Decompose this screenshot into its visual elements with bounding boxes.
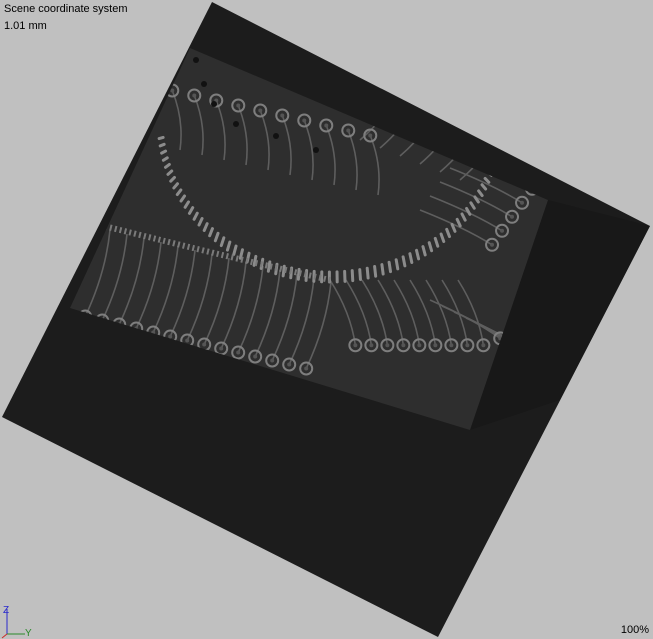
arc-contact	[380, 263, 385, 276]
pad-hole	[236, 350, 241, 355]
pad	[556, 141, 568, 153]
pad-hole	[510, 214, 515, 219]
pad-hole	[258, 108, 263, 113]
arc-contact	[158, 142, 166, 148]
pad-hole	[582, 378, 586, 382]
pad-hole	[490, 242, 495, 247]
pad-hole	[219, 346, 224, 351]
arc-contact	[266, 260, 272, 273]
arc-contact	[350, 269, 355, 283]
3d-viewport[interactable]: Scene coordinate system 1.01 mm 100% Z Y	[0, 0, 653, 639]
pad-hole	[433, 343, 438, 348]
arc-contact	[373, 265, 378, 278]
arc-contact	[157, 135, 165, 141]
arc-contact	[281, 264, 286, 278]
pad-hole	[270, 358, 275, 363]
pad-hole	[302, 118, 307, 123]
pad	[578, 374, 590, 386]
coordinate-system-label: Scene coordinate system	[4, 3, 128, 15]
pad-hole	[185, 338, 190, 343]
pad-hole	[369, 343, 374, 348]
pad-hole	[202, 342, 207, 347]
pad-hole	[560, 145, 564, 149]
trace	[489, 111, 548, 148]
pad-hole	[481, 343, 486, 348]
pad-hole	[500, 228, 505, 233]
pad-hole	[236, 103, 241, 108]
axis-z-label: Z	[3, 605, 9, 616]
arc-contact	[408, 252, 414, 265]
scale-readout: 1.01 mm	[4, 20, 47, 32]
pad-hole	[324, 123, 329, 128]
arc-contact	[387, 260, 393, 274]
pad-hole	[472, 126, 477, 131]
arc-contact	[358, 268, 362, 281]
arc-contact	[161, 156, 169, 162]
axis-y-label: Y	[25, 628, 32, 639]
pad-hole	[353, 343, 358, 348]
pad	[467, 121, 482, 136]
via	[211, 101, 217, 107]
arc-contact	[296, 267, 301, 281]
via	[233, 121, 239, 127]
arc-contact	[401, 255, 407, 268]
pad-hole	[550, 159, 554, 163]
via	[273, 133, 279, 139]
pad-hole	[465, 343, 470, 348]
pad-hole	[417, 343, 422, 348]
zoom-level: 100%	[620, 624, 649, 636]
pad	[545, 153, 548, 168]
pad-hole	[253, 354, 258, 359]
arc-contact	[365, 266, 370, 280]
axis-triad-icon: Z Y	[1, 605, 32, 639]
pad-hole	[401, 343, 406, 348]
pad-hole	[452, 118, 457, 123]
arc-contact	[415, 248, 421, 261]
pad-hole	[520, 200, 525, 205]
pad-hole	[368, 133, 373, 138]
pad-hole	[492, 134, 497, 139]
arc-contact	[394, 258, 400, 271]
via	[201, 81, 207, 87]
pad-hole	[346, 128, 351, 133]
via	[313, 147, 319, 153]
pad-hole	[432, 110, 437, 115]
pad-hole	[280, 113, 285, 118]
pad-hole	[192, 93, 197, 98]
ct-scan-volume	[2, 2, 650, 637]
pad-hole	[304, 366, 309, 371]
arc-contact	[421, 245, 427, 257]
pad-hole	[168, 334, 173, 339]
via	[193, 57, 199, 63]
pad	[487, 129, 502, 144]
pad-hole	[449, 343, 454, 348]
pad-hole	[287, 362, 292, 367]
pad-hole	[385, 343, 390, 348]
arc-contact	[160, 149, 168, 155]
